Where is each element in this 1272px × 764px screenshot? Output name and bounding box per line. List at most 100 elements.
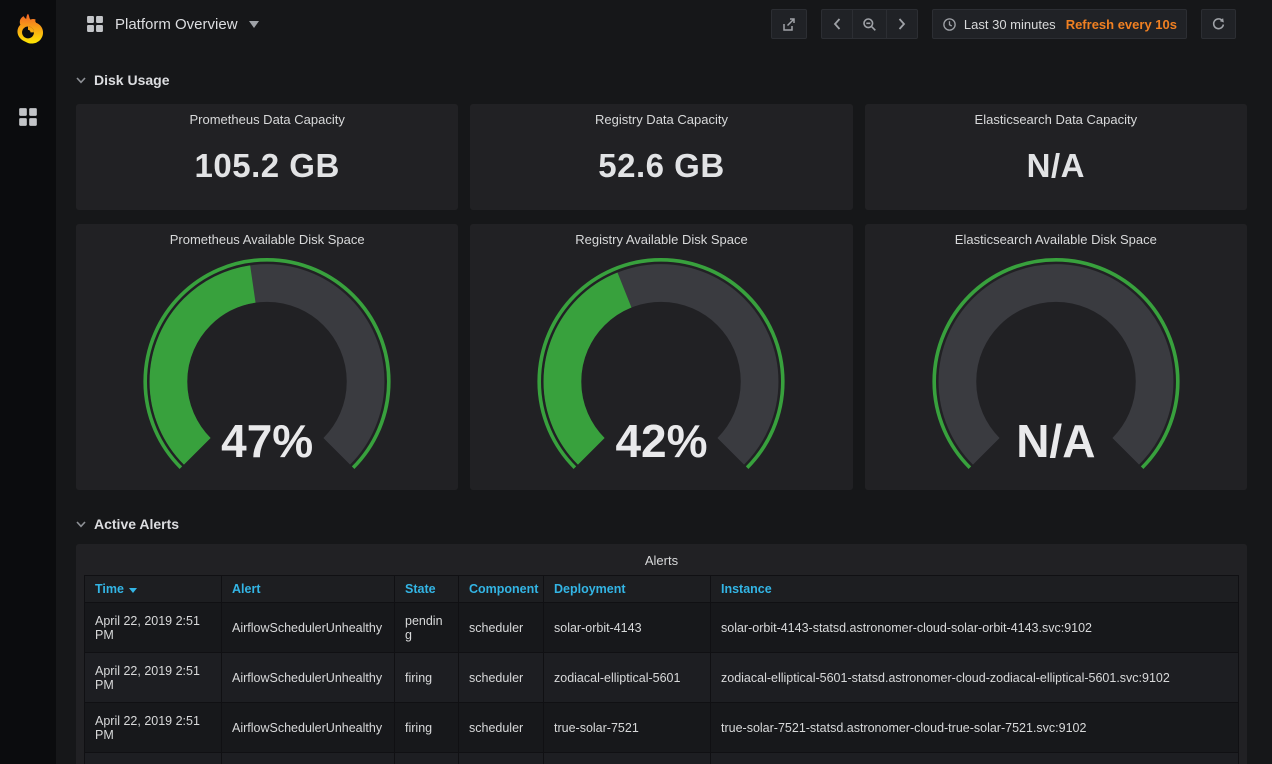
gauge: N/A xyxy=(911,251,1201,486)
column-label: Time xyxy=(95,582,124,596)
column-label: Instance xyxy=(721,582,772,596)
chevron-left-icon xyxy=(831,17,843,31)
column-header-alert[interactable]: Alert xyxy=(222,576,395,603)
dashboard-body: Disk Usage Prometheus Data Capacity 105.… xyxy=(56,48,1272,764)
cell-deployment: solar-orbit-4143 xyxy=(544,603,711,653)
refresh-button[interactable] xyxy=(1201,9,1236,39)
cell-component: scheduler xyxy=(459,603,544,653)
table-row: April 22, 2019 2:51 PM AirflowSchedulerU… xyxy=(85,603,1239,653)
column-header-time[interactable]: Time xyxy=(85,576,222,603)
cell-alert xyxy=(222,753,395,764)
dashboard-grid-icon xyxy=(86,15,104,33)
section-disk-usage[interactable]: Disk Usage xyxy=(76,72,1247,88)
stat-panel: Elasticsearch Data Capacity N/A xyxy=(865,104,1247,210)
table-row xyxy=(85,753,1239,764)
section-title: Active Alerts xyxy=(94,516,179,532)
stat-value: 105.2 GB xyxy=(76,131,458,210)
cell-state xyxy=(395,753,459,764)
dashboard-title[interactable]: Platform Overview xyxy=(115,16,238,33)
cell-time: April 22, 2019 2:51 PM xyxy=(85,603,222,653)
share-button[interactable] xyxy=(771,9,807,39)
gauge-panel-row: Prometheus Available Disk Space 47% xyxy=(76,224,1247,490)
clock-icon xyxy=(942,17,957,32)
time-back-button[interactable] xyxy=(821,9,852,39)
gauge-value: N/A xyxy=(911,418,1201,464)
panel-title[interactable]: Prometheus Available Disk Space xyxy=(170,224,365,251)
stat-panel: Registry Data Capacity 52.6 GB xyxy=(470,104,852,210)
cell-component xyxy=(459,753,544,764)
stat-value: N/A xyxy=(865,131,1247,210)
cell-state: firing xyxy=(395,703,459,753)
column-label: State xyxy=(405,582,436,596)
navbar-left: Platform Overview xyxy=(86,15,259,33)
column-header-component[interactable]: Component xyxy=(459,576,544,603)
zoom-out-button[interactable] xyxy=(852,9,886,39)
table-header-row: Time Alert State Component Deployment In… xyxy=(85,576,1239,603)
cell-instance xyxy=(711,753,1239,764)
time-forward-button[interactable] xyxy=(886,9,918,39)
time-range-label: Last 30 minutes xyxy=(964,17,1056,32)
time-picker-button[interactable]: Last 30 minutes Refresh every 10s xyxy=(932,9,1187,39)
zoom-out-icon xyxy=(862,17,877,32)
column-header-instance[interactable]: Instance xyxy=(711,576,1239,603)
stat-value: 52.6 GB xyxy=(470,131,852,210)
cell-alert: AirflowSchedulerUnhealthy xyxy=(222,603,395,653)
cell-state: pending xyxy=(395,603,459,653)
sidebar-dashboards-icon[interactable] xyxy=(18,107,38,127)
cell-deployment xyxy=(544,753,711,764)
chevron-right-icon xyxy=(896,17,908,31)
panel-title[interactable]: Prometheus Data Capacity xyxy=(76,104,458,131)
cell-time xyxy=(85,753,222,764)
navbar-right: Last 30 minutes Refresh every 10s xyxy=(771,9,1236,39)
navbar: Platform Overview xyxy=(56,0,1272,48)
cell-deployment: zodiacal-elliptical-5601 xyxy=(544,653,711,703)
grafana-logo[interactable] xyxy=(4,5,52,53)
cell-deployment: true-solar-7521 xyxy=(544,703,711,753)
grafana-app: Platform Overview xyxy=(0,0,1272,764)
refresh-icon xyxy=(1211,17,1226,32)
alerts-table: Time Alert State Component Deployment In… xyxy=(84,575,1239,764)
share-icon xyxy=(781,16,797,32)
gauge-panel: Registry Available Disk Space 42% xyxy=(470,224,852,490)
alerts-panel: Alerts Time Alert State Compone xyxy=(76,544,1247,764)
panel-title[interactable]: Elasticsearch Data Capacity xyxy=(865,104,1247,131)
caret-down-icon xyxy=(249,21,259,28)
panel-title[interactable]: Registry Data Capacity xyxy=(470,104,852,131)
sidebar xyxy=(0,0,56,764)
time-shift-group xyxy=(821,9,918,39)
cell-time: April 22, 2019 2:51 PM xyxy=(85,703,222,753)
gauge: 47% xyxy=(122,251,412,486)
cell-time: April 22, 2019 2:51 PM xyxy=(85,653,222,703)
chevron-down-icon xyxy=(76,76,86,84)
chevron-down-icon xyxy=(76,520,86,528)
panel-title[interactable]: Elasticsearch Available Disk Space xyxy=(955,224,1157,251)
gauge-panel: Elasticsearch Available Disk Space N/A xyxy=(865,224,1247,490)
column-label: Alert xyxy=(232,582,260,596)
stat-panel-row: Prometheus Data Capacity 105.2 GB Regist… xyxy=(76,104,1247,210)
gauge: 42% xyxy=(516,251,806,486)
column-header-state[interactable]: State xyxy=(395,576,459,603)
cell-state: firing xyxy=(395,653,459,703)
stat-panel: Prometheus Data Capacity 105.2 GB xyxy=(76,104,458,210)
section-title: Disk Usage xyxy=(94,72,169,88)
table-row: April 22, 2019 2:51 PM AirflowSchedulerU… xyxy=(85,703,1239,753)
panel-title[interactable]: Registry Available Disk Space xyxy=(575,224,747,251)
gauge-value: 42% xyxy=(516,418,806,464)
cell-instance: zodiacal-elliptical-5601-statsd.astronom… xyxy=(711,653,1239,703)
cell-instance: solar-orbit-4143-statsd.astronomer-cloud… xyxy=(711,603,1239,653)
panel-title[interactable]: Alerts xyxy=(84,544,1239,575)
cell-instance: true-solar-7521-statsd.astronomer-cloud-… xyxy=(711,703,1239,753)
column-label: Deployment xyxy=(554,582,626,596)
gauge-panel: Prometheus Available Disk Space 47% xyxy=(76,224,458,490)
table-row: April 22, 2019 2:51 PM AirflowSchedulerU… xyxy=(85,653,1239,703)
column-label: Component xyxy=(469,582,538,596)
sort-desc-icon xyxy=(129,582,137,596)
column-header-deployment[interactable]: Deployment xyxy=(544,576,711,603)
gauge-value: 47% xyxy=(122,418,412,464)
cell-alert: AirflowSchedulerUnhealthy xyxy=(222,703,395,753)
main-column: Platform Overview xyxy=(56,0,1272,764)
section-active-alerts[interactable]: Active Alerts xyxy=(76,516,1247,532)
cell-component: scheduler xyxy=(459,703,544,753)
cell-alert: AirflowSchedulerUnhealthy xyxy=(222,653,395,703)
grafana-flame-icon xyxy=(11,12,45,46)
